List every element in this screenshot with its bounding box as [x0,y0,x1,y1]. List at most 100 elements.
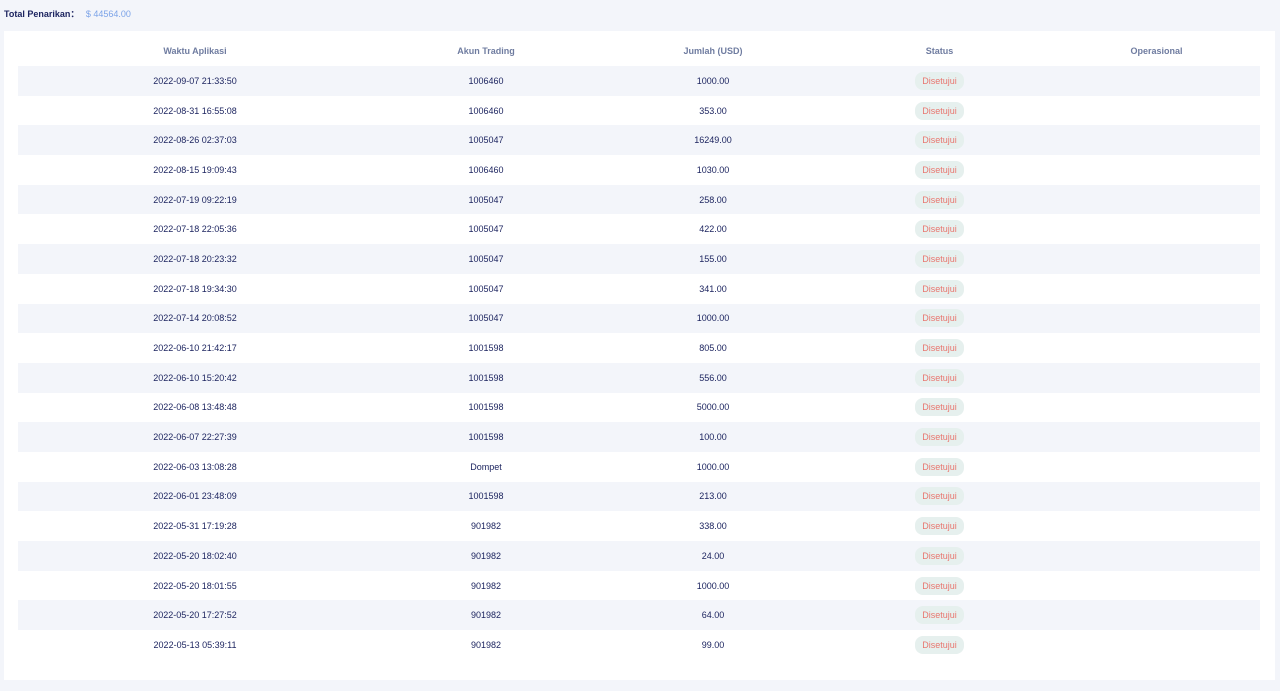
cell-amount: 805.00 [699,343,727,354]
cell-status: Disetujui [826,398,1053,417]
table-row: 2022-06-07 22:27:39 1001598 100.00 Disetuju… [18,422,1260,452]
table-row: 2022-07-18 22:05:36 1005047 422.00 Disetuju… [18,214,1260,245]
cell-amount: 64.00 [701,610,725,621]
cell-account: 1005047 [468,135,504,146]
cell-account: 901982 [470,550,502,561]
cell-time: 2022-08-15 19:09:43 [153,164,237,175]
cell-account: 1001598 [468,402,504,413]
status-badge: Disetujui [915,635,964,654]
status-badge: Disetujui [915,309,964,328]
table-row: 2022-07-19 09:22:19 1005047 258.00 Disetuju… [18,184,1260,215]
total-withdrawal-label: Total Penarikan： [4,9,80,19]
status-badge: Disetujui [915,517,964,536]
cell-amount: 1000.00 [696,75,730,86]
cell-amount: 5000.00 [696,402,730,413]
cell-status: Disetujui [826,606,1053,625]
cell-amount: 1000.00 [696,313,730,324]
cell-amount: 1030.00 [696,164,730,175]
status-badge: Disetujui [915,279,964,298]
cell-time: 2022-06-03 13:08:28 [153,461,237,472]
cell-amount: 24.00 [701,550,725,561]
status-badge: Disetujui [915,546,964,565]
cell-time: 2022-06-08 13:48:48 [153,402,237,413]
cell-time: 2022-05-20 18:01:55 [153,580,237,591]
table-row: 2022-08-26 02:37:03 1005047 16249.00 Disetu… [18,125,1260,156]
cell-account: 1006460 [468,164,504,175]
cell-amount: 341.00 [699,283,727,294]
cell-account: 901982 [470,610,502,621]
table-row: 2022-07-18 19:34:30 1005047 341.00 Disetuju… [18,273,1260,304]
status-badge: Disetujui [915,160,964,179]
cell-time: 2022-08-26 02:37:03 [153,135,237,146]
cell-status: Disetujui [826,160,1053,179]
cell-time: 2022-05-13 05:39:11 [153,639,237,650]
cell-time: 2022-05-20 18:02:40 [153,550,237,561]
cell-status: Disetujui [826,457,1053,476]
table-row: 2022-05-20 18:01:55 901982 1000.00 Disetuju… [18,570,1260,601]
cell-time: 2022-06-10 15:20:42 [153,372,237,383]
cell-account: 901982 [470,580,502,591]
cell-time: 2022-07-19 09:22:19 [153,194,237,205]
table-row: 2022-06-10 21:42:17 1001598 805.00 Disetuju… [18,333,1260,363]
table-row: 2022-06-01 23:48:09 1001598 213.00 Disetuju… [18,481,1260,512]
column-header-time: Waktu Aplikasi [163,46,227,56]
table-body: 2022-09-07 21:33:50 1006460 1000.00 Disetuj… [18,66,1260,660]
cell-status: Disetujui [826,131,1053,150]
table-row: 2022-06-08 13:48:48 1001598 5000.00 Disetuj… [18,392,1260,423]
status-badge: Disetujui [915,249,964,268]
cell-account: 1001598 [468,372,504,383]
cell-time: 2022-06-07 22:27:39 [153,432,237,443]
cell-account: 1005047 [468,253,504,264]
cell-status: Disetujui [826,71,1053,90]
cell-amount: 1000.00 [696,580,730,591]
cell-amount: 258.00 [699,194,727,205]
status-badge: Disetujui [915,339,964,358]
column-header-status: Status [925,46,954,56]
table-row: 2022-07-18 20:23:32 1005047 155.00 Disetuju… [18,244,1260,274]
table-row: 2022-08-31 16:55:08 1006460 353.00 Disetuju… [18,95,1260,126]
cell-account: 1005047 [468,283,504,294]
cell-time: 2022-05-20 17:27:52 [153,610,237,621]
cell-account: 901982 [470,521,502,532]
cell-time: 2022-09-07 21:33:50 [153,75,237,86]
cell-status: Disetujui [826,576,1053,595]
table-row: 2022-05-13 05:39:11 901982 99.00 Disetujui [18,630,1260,660]
status-badge: Disetujui [915,368,964,387]
cell-status: Disetujui [826,101,1053,120]
withdrawal-total-summary: Total Penarikan： $ 44564.00 [4,7,131,21]
cell-time: 2022-07-18 22:05:36 [153,224,237,235]
table-row: 2022-06-03 13:08:28 Dompet 1000.00 Disetuju… [18,451,1260,482]
status-badge: Disetujui [915,606,964,625]
table-row: 2022-09-07 21:33:50 1006460 1000.00 Disetuj… [18,66,1260,96]
status-badge: Disetujui [915,220,964,239]
cell-account: 1001598 [468,432,504,443]
cell-status: Disetujui [826,249,1053,268]
table-row: 2022-05-20 18:02:40 901982 24.00 Disetujui [18,541,1260,571]
cell-time: 2022-05-31 17:19:28 [153,521,237,532]
cell-status: Disetujui [826,368,1053,387]
cell-status: Disetujui [826,220,1053,239]
table-header: Waktu Aplikasi Akun Trading Jumlah (USD)… [18,41,1260,61]
cell-status: Disetujui [826,517,1053,536]
status-badge: Disetujui [915,101,964,120]
cell-account: 1006460 [468,75,504,86]
column-header-amount: Jumlah (USD) [683,46,743,56]
cell-amount: 16249.00 [694,135,732,146]
column-header-account: Akun Trading [457,46,515,56]
cell-amount: 556.00 [699,372,727,383]
cell-account: 1006460 [468,105,504,116]
total-withdrawal-value: $ 44564.00 [85,9,131,19]
cell-account: 901982 [470,639,502,650]
cell-status: Disetujui [826,279,1053,298]
cell-amount: 1000.00 [696,461,730,472]
cell-status: Disetujui [826,546,1053,565]
table-row: 2022-08-15 19:09:43 1006460 1030.00 Disetuj… [18,155,1260,185]
column-header-operation: Operasional [1130,46,1183,56]
cell-account: Dompet [470,461,502,472]
cell-time: 2022-07-14 20:08:52 [153,313,237,324]
cell-status: Disetujui [826,190,1053,209]
status-badge: Disetujui [915,428,964,447]
cell-amount: 155.00 [699,253,727,264]
cell-status: Disetujui [826,487,1053,506]
cell-amount: 338.00 [699,521,727,532]
